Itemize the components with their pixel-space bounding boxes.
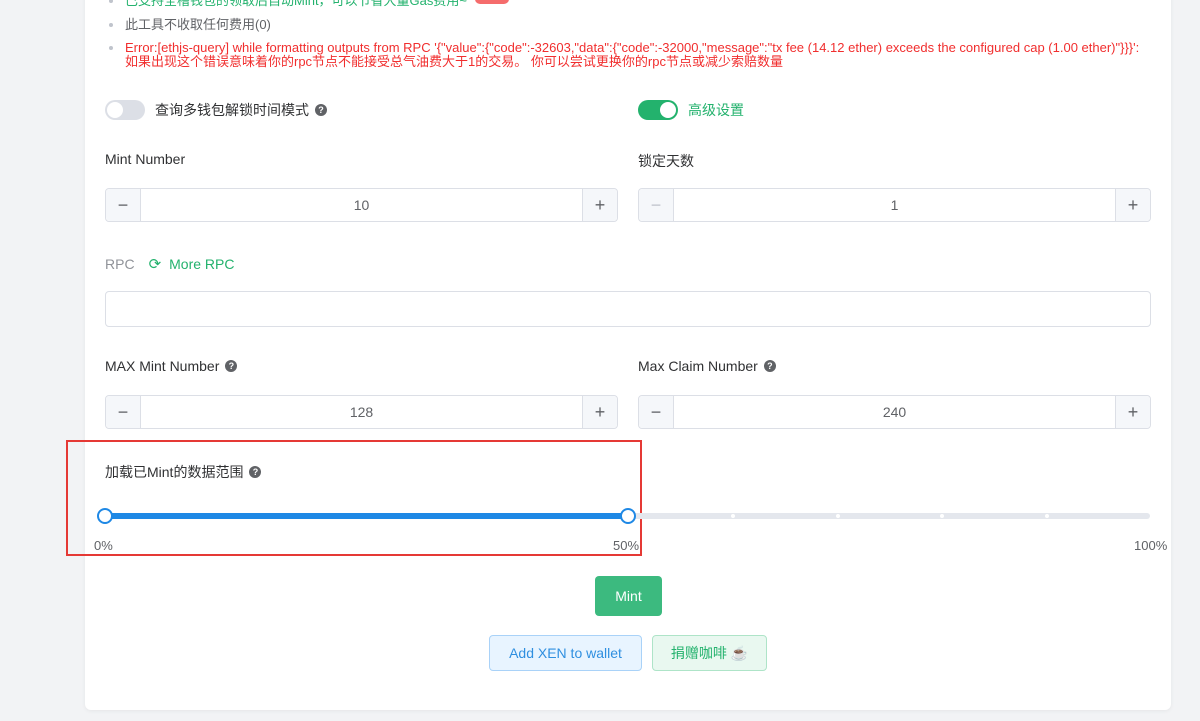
slider-stop	[940, 514, 944, 518]
range-start-handle[interactable]	[97, 508, 113, 524]
max-mint-label: MAX Mint Number	[105, 358, 220, 374]
mint-number-label: Mint Number	[105, 151, 186, 167]
add-xen-to-wallet-button[interactable]: Add XEN to wallet	[489, 635, 642, 671]
tip-free: 此工具不收取任何费用(0)	[105, 18, 271, 32]
max-mint-increment-button[interactable]: +	[582, 396, 617, 428]
tick-label: 0%	[94, 538, 113, 553]
max-claim-label-row: Max Claim Number ?	[638, 358, 776, 374]
mint-button[interactable]: Mint	[595, 576, 662, 616]
slider-stop	[836, 514, 840, 518]
slider-stop	[731, 514, 735, 518]
advanced-settings-label: 高级设置	[688, 102, 744, 118]
advanced-settings-toggle[interactable]	[638, 100, 678, 120]
more-rpc-label: More RPC	[169, 256, 235, 272]
multi-wallet-toggle[interactable]	[105, 100, 145, 120]
help-icon[interactable]: ?	[763, 360, 776, 372]
tick-label: 100%	[1134, 538, 1168, 553]
max-claim-increment-button[interactable]: +	[1115, 396, 1150, 428]
help-icon[interactable]: ?	[315, 104, 327, 116]
tip-auto-mint: 已支持全槽钱包的领取后自动Mint，可以节省大量Gas费用~	[105, 0, 467, 8]
max-claim-decrement-button[interactable]: −	[639, 396, 674, 428]
hot-badge	[475, 0, 509, 4]
refresh-icon: ⟳	[148, 256, 162, 273]
max-mint-input[interactable]: 128	[141, 396, 582, 428]
rpc-input[interactable]	[105, 291, 1151, 327]
mint-number-decrement-button[interactable]: −	[106, 189, 141, 221]
max-claim-label: Max Claim Number	[638, 358, 758, 374]
lock-days-increment-button[interactable]: +	[1115, 189, 1150, 221]
range-end-handle[interactable]	[620, 508, 636, 524]
range-slider-fill	[104, 513, 627, 519]
lock-days-input[interactable]: 1	[674, 189, 1115, 221]
max-mint-stepper: − 128 +	[105, 395, 618, 429]
multi-wallet-label: 查询多钱包解锁时间模式	[155, 102, 309, 118]
max-claim-input[interactable]: 240	[674, 396, 1115, 428]
range-title-row: 加载已Mint的数据范围 ?	[105, 462, 262, 482]
donate-coffee-button[interactable]: 捐赠咖啡 ☕	[652, 635, 767, 671]
mint-number-stepper: − 10 +	[105, 188, 618, 222]
range-title: 加载已Mint的数据范围	[105, 464, 244, 480]
multi-wallet-toggle-row: 查询多钱包解锁时间模式 ?	[105, 99, 327, 121]
rpc-row: RPC ⟳ More RPC	[105, 255, 235, 273]
slider-stop	[1045, 514, 1049, 518]
max-claim-stepper: − 240 +	[638, 395, 1151, 429]
lock-days-stepper: − 1 +	[638, 188, 1151, 222]
advanced-toggle-row: 高级设置	[638, 99, 744, 121]
lock-days-label: 锁定天数	[638, 153, 694, 169]
tip-error: Error:[ethjs-query] while formatting out…	[105, 41, 1145, 69]
lock-days-decrement-button[interactable]: −	[639, 189, 674, 221]
max-mint-label-row: MAX Mint Number ?	[105, 358, 238, 374]
help-icon[interactable]: ?	[225, 360, 238, 372]
mint-number-input[interactable]: 10	[141, 189, 582, 221]
more-rpc-link[interactable]: ⟳ More RPC	[149, 255, 235, 273]
tick-label: 50%	[613, 538, 640, 553]
highlight-box	[66, 440, 642, 556]
rpc-label: RPC	[105, 256, 135, 272]
help-icon[interactable]: ?	[249, 466, 262, 478]
max-mint-decrement-button[interactable]: −	[106, 396, 141, 428]
mint-number-increment-button[interactable]: +	[582, 189, 617, 221]
